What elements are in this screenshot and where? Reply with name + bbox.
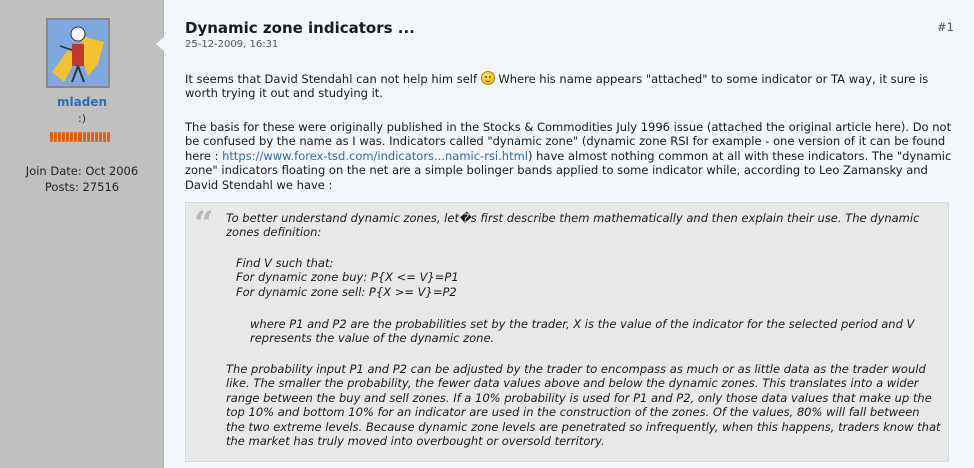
quote-icon: “ (194, 204, 214, 244)
reputation-pip (82, 132, 86, 142)
reputation-pip (102, 132, 106, 142)
forum-post: mladen :) Join Date: Oct 2006 Posts: 275… (0, 0, 974, 468)
reputation-pip (106, 132, 110, 142)
post-title: Dynamic zone indicators ... (185, 19, 415, 37)
reputation-pip (50, 132, 54, 142)
quote-definition: Find V such that: For dynamic zone buy: … (236, 256, 936, 299)
reputation-pip (54, 132, 58, 142)
reputation-pip (74, 132, 78, 142)
quote-probability: The probability input P1 and P2 can be a… (226, 362, 941, 449)
reputation-pip (90, 132, 94, 142)
post-number-link[interactable]: #1 (937, 20, 954, 34)
post-date: 25-12-2009, 16:31 (185, 39, 279, 50)
avatar[interactable] (46, 18, 110, 88)
reputation-bar (50, 132, 110, 142)
speech-arrow (156, 36, 165, 52)
user-title: :) (78, 112, 86, 125)
reputation-pip (78, 132, 82, 142)
avatar-image (48, 20, 108, 86)
post-count: Posts: 27516 (44, 180, 120, 194)
quote-block: “ To better understand dynamic zones, le… (185, 202, 949, 462)
quote-intro: To better understand dynamic zones, let�… (226, 211, 920, 240)
quote-variables: where P1 and P2 are the probabilities se… (250, 317, 915, 346)
reputation-pip (58, 132, 62, 142)
user-info-panel: mladen :) Join Date: Oct 2006 Posts: 275… (0, 0, 164, 468)
indicator-link[interactable]: https://www.forex-tsd.com/indicators...n… (222, 149, 528, 163)
reputation-pip (86, 132, 90, 142)
intro-text-start: It seems that David Stendahl can not hel… (185, 72, 481, 86)
paragraph-basis: The basis for these were originally publ… (185, 120, 961, 192)
definition-line: For dynamic zone sell: P{X >= V}=P2 (236, 284, 457, 299)
join-date: Join Date: Oct 2006 (25, 164, 139, 178)
reputation-pip (70, 132, 74, 142)
post-content: Dynamic zone indicators ... 25-12-2009, … (165, 0, 974, 468)
reputation-pip (94, 132, 98, 142)
paragraph-intro: It seems that David Stendahl can not hel… (185, 71, 961, 101)
definition-line: For dynamic zone buy: P{X <= V}=P1 (236, 270, 459, 285)
definition-line: Find V such that: (236, 256, 334, 270)
reputation-pip (66, 132, 70, 142)
reputation-pip (62, 132, 66, 142)
smiley-icon (480, 71, 495, 85)
reputation-pip (98, 132, 102, 142)
username-link[interactable]: mladen (0, 95, 164, 109)
